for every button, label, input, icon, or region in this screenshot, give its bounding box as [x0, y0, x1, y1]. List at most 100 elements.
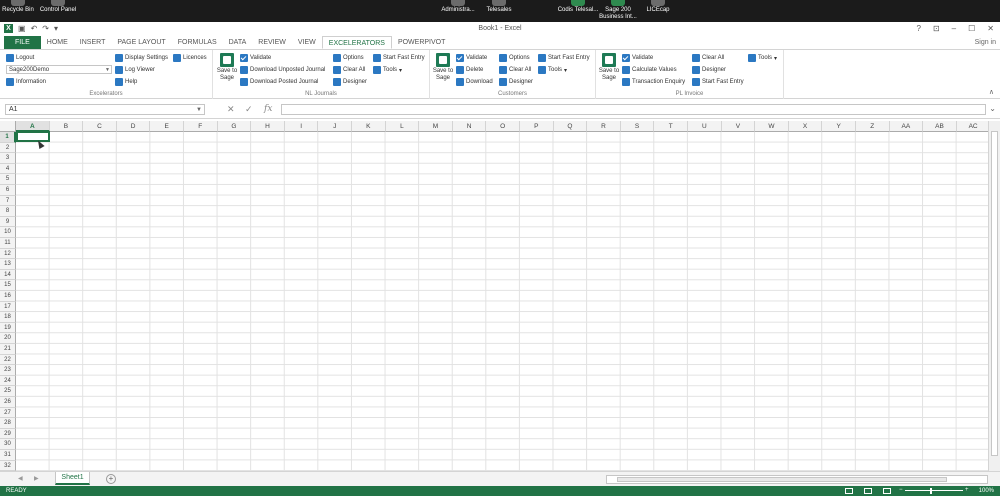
- enter-icon[interactable]: ✓: [245, 104, 253, 115]
- display-settings-button[interactable]: Display Settings: [115, 53, 168, 63]
- row-header-25[interactable]: 25: [0, 386, 16, 397]
- column-header-r[interactable]: R: [587, 121, 621, 132]
- tab-file[interactable]: FILE: [4, 36, 41, 49]
- row-header-7[interactable]: 7: [0, 195, 16, 207]
- tab-data[interactable]: DATA: [223, 36, 253, 49]
- next-sheet-icon[interactable]: ▶: [34, 475, 39, 482]
- cells-area[interactable]: [16, 132, 988, 471]
- row-header-22[interactable]: 22: [0, 354, 16, 366]
- close-button[interactable]: ✕: [987, 24, 994, 33]
- row-header-12[interactable]: 12: [0, 248, 16, 260]
- vertical-scroll-thumb[interactable]: [991, 131, 998, 456]
- desktop-icon[interactable]: Codis Telesal...: [556, 0, 600, 14]
- calculate-values-button[interactable]: Calculate Values: [622, 65, 677, 75]
- row-header-6[interactable]: 6: [0, 185, 16, 196]
- row-header-13[interactable]: 13: [0, 259, 16, 270]
- tab-review[interactable]: REVIEW: [252, 36, 292, 49]
- column-header-m[interactable]: M: [419, 121, 453, 132]
- column-header-z[interactable]: Z: [856, 121, 890, 132]
- column-header-aa[interactable]: AA: [889, 121, 924, 132]
- row-header-15[interactable]: 15: [0, 280, 16, 291]
- column-header-d[interactable]: D: [116, 121, 151, 132]
- nl-options-button[interactable]: Options: [333, 53, 364, 63]
- column-header-f[interactable]: F: [184, 121, 218, 132]
- desktop-icon[interactable]: Sage 200 Business Int...: [596, 0, 640, 21]
- column-header-n[interactable]: N: [452, 121, 487, 132]
- cancel-icon[interactable]: ✕: [227, 104, 235, 115]
- cust-save-to-sage-button[interactable]: Save to Sage: [432, 53, 454, 82]
- pl-designer-button[interactable]: Designer: [692, 65, 726, 75]
- desktop-icon[interactable]: Recycle Bin: [0, 0, 40, 14]
- zoom-out-button[interactable]: −: [899, 487, 903, 493]
- cust-clear-all-button[interactable]: Clear All: [499, 65, 531, 75]
- ribbon-display-button[interactable]: ⊡: [933, 24, 940, 33]
- row-header-31[interactable]: 31: [0, 450, 16, 461]
- row-header-17[interactable]: 17: [0, 301, 16, 313]
- collapse-ribbon-icon[interactable]: ∧: [989, 88, 994, 96]
- add-sheet-icon[interactable]: +: [106, 474, 116, 484]
- pl-start-fast-entry-button[interactable]: Start Fast Entry: [692, 77, 744, 87]
- nl-save-to-sage-button[interactable]: Save to Sage: [216, 53, 238, 82]
- zoom-slider[interactable]: [905, 490, 963, 491]
- pl-save-to-sage-button[interactable]: Save to Sage: [598, 53, 620, 82]
- cust-download-button[interactable]: Download: [456, 77, 493, 87]
- normal-view-icon[interactable]: [845, 488, 853, 494]
- cust-start-fast-entry-button[interactable]: Start Fast Entry: [538, 53, 590, 63]
- row-header-26[interactable]: 26: [0, 397, 16, 408]
- column-header-w[interactable]: W: [755, 121, 789, 132]
- zoom-level[interactable]: 100%: [979, 488, 994, 494]
- help-ribbon-button[interactable]: Help: [115, 77, 137, 87]
- column-header-u[interactable]: U: [688, 121, 722, 132]
- active-cell-a1[interactable]: [16, 131, 50, 142]
- column-header-e[interactable]: E: [150, 121, 184, 132]
- row-header-11[interactable]: 11: [0, 238, 16, 249]
- column-header-t[interactable]: T: [654, 121, 688, 132]
- row-header-23[interactable]: 23: [0, 365, 16, 376]
- row-header-10[interactable]: 10: [0, 227, 16, 238]
- worksheet-grid[interactable]: A B C D E F G H I J K L M N O P Q R S T U V W X Y Z AA AB AC 1234567…: [0, 121, 988, 471]
- prev-sheet-icon[interactable]: ◀: [18, 475, 23, 482]
- formula-input[interactable]: [281, 104, 986, 115]
- column-header-ac[interactable]: AC: [956, 121, 988, 132]
- row-header-16[interactable]: 16: [0, 291, 16, 302]
- desktop-icon[interactable]: Control Panel: [36, 0, 80, 14]
- row-header-19[interactable]: 19: [0, 322, 16, 334]
- tab-excelerators[interactable]: EXCELERATORS: [321, 36, 392, 49]
- desktop-icon[interactable]: LICEcap: [636, 0, 680, 14]
- nl-validate-button[interactable]: Validate: [240, 53, 271, 63]
- column-header-o[interactable]: O: [486, 121, 520, 132]
- column-header-p[interactable]: P: [520, 121, 554, 132]
- cust-validate-button[interactable]: Validate: [456, 53, 487, 63]
- cust-delete-button[interactable]: Delete: [456, 65, 483, 75]
- horizontal-scrollbar[interactable]: [606, 475, 988, 484]
- pl-clear-all-button[interactable]: Clear All: [692, 53, 724, 63]
- tab-page-layout[interactable]: PAGE LAYOUT: [111, 36, 171, 49]
- column-header-j[interactable]: J: [318, 121, 352, 132]
- name-box[interactable]: A1 ▼: [5, 104, 205, 115]
- nl-clear-all-button[interactable]: Clear All: [333, 65, 365, 75]
- column-header-y[interactable]: Y: [822, 121, 856, 132]
- vertical-scrollbar[interactable]: [988, 121, 1000, 471]
- help-button[interactable]: ?: [917, 24, 921, 33]
- pl-tools-menu[interactable]: Tools ▾: [748, 53, 777, 63]
- tab-formulas[interactable]: FORMULAS: [172, 36, 223, 49]
- sheet-tab-sheet1[interactable]: Sheet1: [55, 472, 90, 485]
- company-select[interactable]: Sage200Demo ▼: [6, 65, 112, 74]
- row-header-21[interactable]: 21: [0, 344, 16, 355]
- column-header-c[interactable]: C: [83, 121, 117, 132]
- row-header-9[interactable]: 9: [0, 216, 16, 228]
- tab-view[interactable]: VIEW: [292, 36, 322, 49]
- column-header-h[interactable]: H: [251, 121, 285, 132]
- insert-function-icon[interactable]: fx: [264, 104, 272, 115]
- cust-options-button[interactable]: Options: [499, 53, 530, 63]
- nl-tools-menu[interactable]: Tools ▾: [373, 65, 402, 75]
- column-header-i[interactable]: I: [284, 121, 319, 132]
- row-header-27[interactable]: 27: [0, 407, 16, 419]
- logout-button[interactable]: Logout: [6, 53, 34, 63]
- row-header-2[interactable]: 2: [0, 142, 16, 154]
- column-header-g[interactable]: G: [217, 121, 252, 132]
- row-header-18[interactable]: 18: [0, 312, 16, 323]
- column-header-ab[interactable]: AB: [923, 121, 957, 132]
- minimize-button[interactable]: –: [952, 24, 956, 33]
- row-header-3[interactable]: 3: [0, 153, 16, 164]
